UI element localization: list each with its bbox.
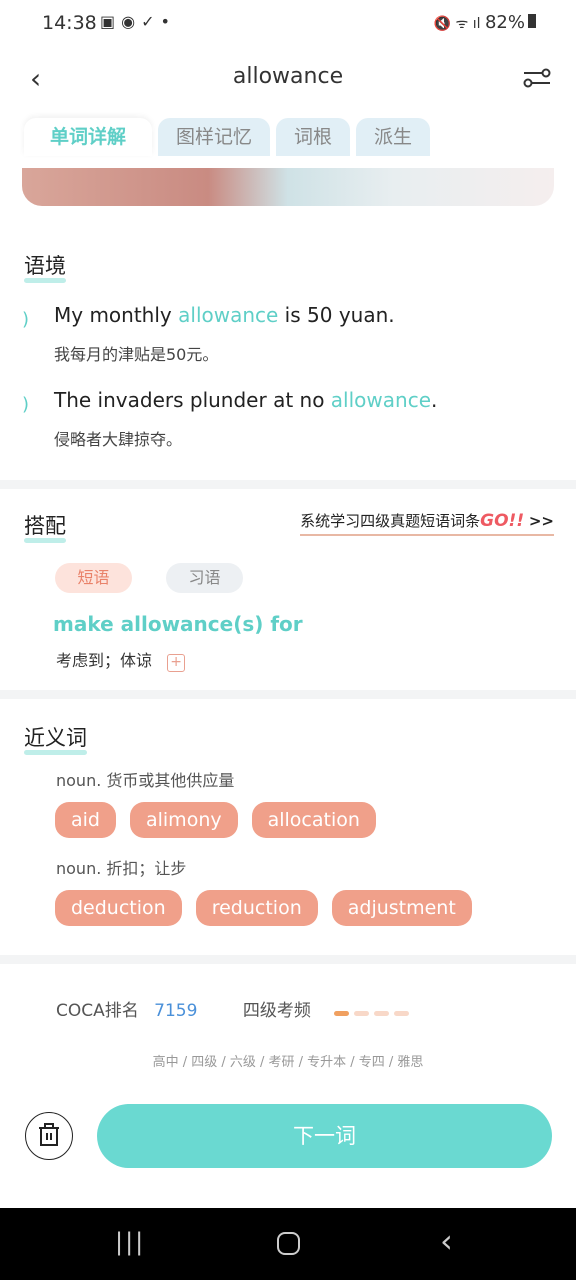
- synonym-chip[interactable]: alimony: [129, 802, 238, 838]
- page-title: allowance: [232, 64, 344, 89]
- tab-picture-memory[interactable]: 图样记忆: [158, 118, 271, 156]
- speaker-icon[interactable]: ): [22, 394, 29, 415]
- stats-row: COCA排名 7159 四级考频: [56, 996, 414, 1021]
- tab-bar: 单词详解 图样记忆 词根 派生: [24, 118, 431, 158]
- tab-idiom[interactable]: 习语: [166, 563, 243, 593]
- divider: [0, 955, 576, 964]
- phrase-meaning: 考虑到；体谅 +: [56, 647, 186, 672]
- synonym-chip[interactable]: deduction: [55, 890, 182, 926]
- trash-icon: [39, 1123, 59, 1146]
- plus-square-icon[interactable]: +: [167, 654, 186, 672]
- delete-button[interactable]: [25, 1112, 73, 1160]
- freq-dot: [374, 1011, 390, 1016]
- battery-icon: [528, 14, 536, 28]
- freq-indicator: [334, 1001, 414, 1021]
- status-time: 14:38: [42, 12, 97, 34]
- freq-label: 四级考频: [242, 1001, 311, 1021]
- speaker-icon[interactable]: ): [22, 309, 29, 330]
- synonym-chip[interactable]: aid: [55, 802, 116, 838]
- synonym-list: deduction reduction adjustment: [55, 890, 486, 926]
- home-icon[interactable]: [277, 1232, 300, 1255]
- collocation-title: 搭配: [24, 510, 66, 543]
- recent-apps-icon[interactable]: |||: [115, 1228, 145, 1256]
- tab-word-detail[interactable]: 单词详解: [24, 118, 153, 156]
- back-nav-icon[interactable]: ‹: [440, 1222, 453, 1260]
- signal-icons: 🔇 ᯤ ıl: [433, 16, 485, 32]
- header: ‹ allowance: [0, 52, 576, 104]
- phrase: make allowance(s) for: [53, 612, 303, 636]
- freq-dot: [334, 1011, 350, 1016]
- promo-link[interactable]: 系统学习四级真题短语词条GO!! >>: [300, 510, 554, 536]
- synonym-chip[interactable]: allocation: [251, 802, 376, 838]
- synonym-pos: noun. 货币或其他供应量: [56, 771, 235, 790]
- word-image: [22, 168, 554, 206]
- exam-levels: 高中 / 四级 / 六级 / 考研 / 专升本 / 专四 / 雅思: [152, 1055, 424, 1070]
- freq-dot: [354, 1011, 370, 1016]
- battery-level: 82%: [484, 12, 525, 33]
- tab-phrase[interactable]: 短语: [55, 563, 132, 593]
- context-title: 语境: [24, 250, 66, 283]
- synonym-chip[interactable]: adjustment: [331, 890, 472, 926]
- synonym-chip[interactable]: reduction: [195, 890, 318, 926]
- coca-value: 7159: [154, 1001, 198, 1021]
- coca-label: COCA排名: [56, 1001, 139, 1021]
- settings-icon[interactable]: [522, 66, 552, 90]
- system-nav-bar: ||| ‹: [0, 1208, 576, 1280]
- divider: [0, 480, 576, 489]
- tab-root[interactable]: 词根: [276, 118, 351, 156]
- tab-derivation[interactable]: 派生: [356, 118, 431, 156]
- status-bar: 14:38 ▣◉✓• 🔇 ᯤ ıl 82%: [0, 0, 576, 48]
- notification-icons: ▣◉✓•: [100, 12, 176, 31]
- synonym-list: aid alimony allocation: [55, 802, 390, 838]
- next-word-button[interactable]: 下一词: [97, 1104, 552, 1168]
- freq-dot: [394, 1011, 410, 1016]
- synonym-pos: noun. 折扣；让步: [56, 859, 187, 878]
- status-right: 🔇 ᯤ ıl 82%: [434, 12, 536, 33]
- divider: [0, 690, 576, 699]
- synonyms-title: 近义词: [24, 722, 87, 755]
